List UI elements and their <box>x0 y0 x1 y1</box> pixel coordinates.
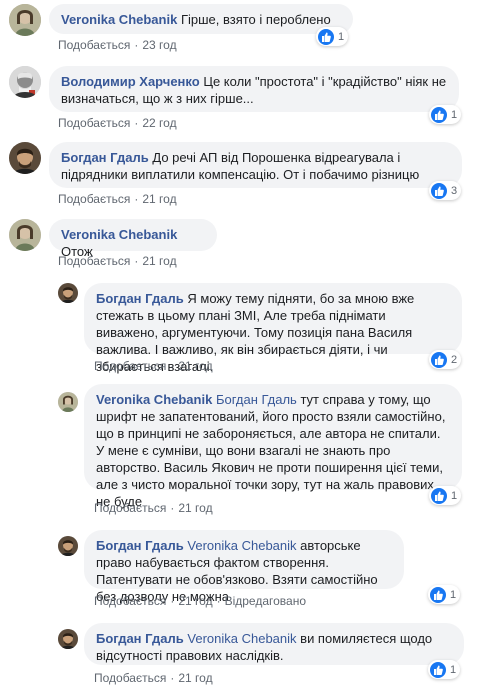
reaction-number: 1 <box>451 108 458 121</box>
avatar[interactable] <box>58 283 78 303</box>
comment-time[interactable]: 22 год <box>142 116 176 130</box>
comment-actions: Подобається · 21 год <box>58 254 177 268</box>
like-link[interactable]: Подобається <box>94 359 166 373</box>
comment-actions: Подобається · 21 год <box>58 192 177 206</box>
comment-author[interactable]: Veronika Chebanik <box>96 392 212 407</box>
comment-time[interactable]: 21 год <box>178 501 212 515</box>
comment-bubble: Богдан Гдаль Veronika Chebanik авторське… <box>84 530 404 604</box>
separator-dot: · <box>134 116 139 130</box>
reaction-number: 1 <box>450 588 457 601</box>
avatar[interactable] <box>9 4 41 36</box>
comment-author[interactable]: Veronika Chebanik <box>61 227 177 242</box>
reaction-count[interactable]: 3 <box>429 181 462 200</box>
separator-dot: · <box>134 254 139 268</box>
comment-actions: Подобається · 21 год <box>94 359 213 373</box>
separator-dot: · <box>134 192 139 206</box>
comment-author[interactable]: Богдан Гдаль <box>96 631 184 646</box>
separator-dot: · <box>170 671 175 685</box>
like-reaction-icon <box>430 586 446 603</box>
like-link[interactable]: Подобається <box>58 192 130 206</box>
reaction-number: 1 <box>338 30 345 43</box>
edited-label[interactable]: Відредаговано <box>225 594 306 608</box>
like-reaction-icon <box>431 106 447 123</box>
separator-dot: · <box>170 594 175 608</box>
mention-link[interactable]: Veronika Chebanik <box>187 631 296 646</box>
comment-actions: Подобається · 21 год <box>94 671 213 685</box>
like-link[interactable]: Подобається <box>58 116 130 130</box>
comment-bubble: Veronika Chebanik Гірше, взято і перобле… <box>49 4 353 34</box>
comment-bubble: Богдан Гдаль Я можу тему підняти, бо за … <box>84 283 462 374</box>
reaction-count[interactable]: 1 <box>429 105 462 124</box>
comment-time[interactable]: 21 год <box>178 671 212 685</box>
reaction-number: 1 <box>451 489 458 502</box>
separator-dot: · <box>170 501 175 515</box>
comment-author[interactable]: Богдан Гдаль <box>61 150 149 165</box>
comment-bubble: Veronika Chebanik Отож <box>49 219 217 259</box>
comment-text: тут справа у тому, що шрифт не запатенто… <box>96 392 446 509</box>
avatar[interactable] <box>9 142 41 174</box>
comment-time[interactable]: 21 год <box>178 359 212 373</box>
avatar[interactable] <box>58 629 78 649</box>
reaction-number: 3 <box>451 184 458 197</box>
comment-actions: Подобається · 23 год <box>58 38 177 52</box>
avatar[interactable] <box>58 392 78 412</box>
separator-dot: · <box>134 38 139 52</box>
separator-dot: · <box>216 594 221 608</box>
like-reaction-icon <box>430 661 446 678</box>
avatar[interactable] <box>9 219 41 251</box>
comment-author[interactable]: Володимир Харченко <box>61 74 200 89</box>
mention-link[interactable]: Богдан Гдаль <box>216 392 297 407</box>
avatar[interactable] <box>9 66 41 98</box>
comment-time[interactable]: 21 год <box>142 254 176 268</box>
reaction-count[interactable]: 1 <box>428 660 461 679</box>
like-reaction-icon <box>431 182 447 199</box>
comment-time[interactable]: 21 год <box>178 594 212 608</box>
like-link[interactable]: Подобається <box>94 501 166 515</box>
like-link[interactable]: Подобається <box>58 38 130 52</box>
comment-author[interactable]: Богдан Гдаль <box>96 291 184 306</box>
reaction-count[interactable]: 2 <box>429 350 462 369</box>
reaction-count[interactable]: 1 <box>316 27 349 46</box>
avatar[interactable] <box>58 536 78 556</box>
reaction-number: 1 <box>450 663 457 676</box>
comment-text: Гірше, взято і пероблено <box>180 12 331 27</box>
comment-author[interactable]: Veronika Chebanik <box>61 12 177 27</box>
like-link[interactable]: Подобається <box>58 254 130 268</box>
comment-bubble: Богдан Гдаль Veronika Chebanik ви помиля… <box>84 623 464 665</box>
comment-actions: Подобається · 21 год <box>94 501 213 515</box>
like-reaction-icon <box>431 487 447 504</box>
comment-bubble: Богдан Гдаль До речі АП від Порошенка ві… <box>49 142 462 188</box>
like-link[interactable]: Подобається <box>94 671 166 685</box>
reaction-number: 2 <box>451 353 458 366</box>
like-reaction-icon <box>431 351 447 368</box>
comment-time[interactable]: 21 год <box>142 192 176 206</box>
comment-time[interactable]: 23 год <box>142 38 176 52</box>
reaction-count[interactable]: 1 <box>428 585 461 604</box>
comment-actions: Подобається · 22 год <box>58 116 177 130</box>
like-reaction-icon <box>318 28 334 45</box>
comment-bubble: Володимир Харченко Це коли "простота" і … <box>49 66 459 112</box>
comment-author[interactable]: Богдан Гдаль <box>96 538 184 553</box>
comment-bubble: Veronika Chebanik Богдан Гдаль тут справ… <box>84 384 462 509</box>
like-link[interactable]: Подобається <box>94 594 166 608</box>
reaction-count[interactable]: 1 <box>429 486 462 505</box>
comment-actions: Подобається · 21 год · Відредаговано <box>94 594 306 608</box>
separator-dot: · <box>170 359 175 373</box>
mention-link[interactable]: Veronika Chebanik <box>187 538 296 553</box>
